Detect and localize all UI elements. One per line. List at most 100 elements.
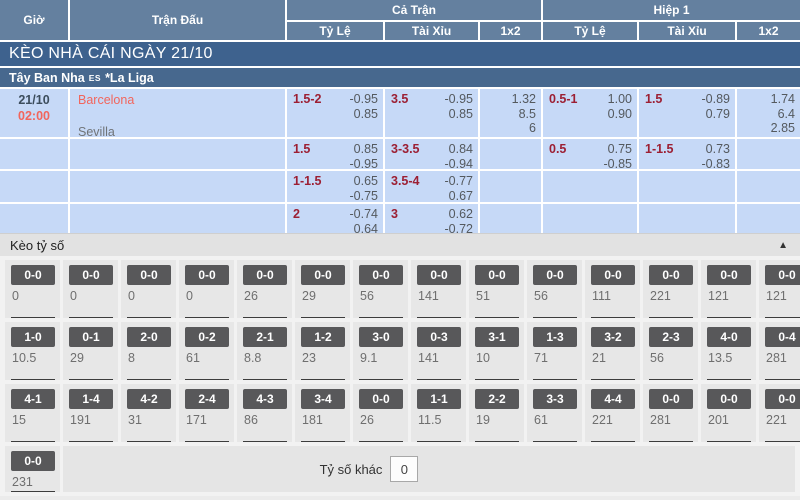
score-value: 0 xyxy=(11,289,19,303)
handicap-value: 1.5 xyxy=(645,92,662,137)
score-button[interactable]: 3-2 xyxy=(591,327,635,347)
score-button[interactable]: 0-0 xyxy=(765,265,800,285)
score-cell: 1-0 10.5 xyxy=(5,322,60,380)
score-button[interactable]: 0-0 xyxy=(301,265,345,285)
score-button[interactable]: 4-3 xyxy=(243,389,287,409)
score-button[interactable]: 0-0 xyxy=(359,265,403,285)
score-button[interactable]: 0-0 xyxy=(69,265,113,285)
header-cell-full-1x2: 1x2 xyxy=(480,22,541,40)
odds-value: 2.85 xyxy=(771,121,795,136)
score-button[interactable]: 0-0 xyxy=(185,265,229,285)
score-cell: 0-3141 xyxy=(411,322,466,380)
score-button[interactable]: 4-1 xyxy=(11,389,55,409)
handicap-value: 1-1.5 xyxy=(293,174,322,202)
score-value: 10.5 xyxy=(11,351,36,365)
score-cell: 2-219 xyxy=(469,384,524,442)
score-value: 141 xyxy=(417,289,439,303)
score-button[interactable]: 2-4 xyxy=(185,389,229,409)
score-section-title: Kèo tỷ số xyxy=(10,238,64,253)
score-button[interactable]: 0-0 xyxy=(475,265,519,285)
header-group-full-match: Cả Trận xyxy=(287,0,541,20)
score-button[interactable]: 4-4 xyxy=(591,389,635,409)
score-button[interactable]: 0-0 xyxy=(533,265,577,285)
score-value: 15 xyxy=(11,413,26,427)
odds-cell-full-handicap[interactable]: 2-0.740.64 xyxy=(287,204,383,233)
score-button[interactable]: 0-0 xyxy=(707,389,751,409)
score-value: 281 xyxy=(765,351,787,365)
collapse-arrow-icon[interactable]: ▲ xyxy=(778,240,788,251)
score-button[interactable]: 4-0 xyxy=(707,327,751,347)
handicap-value: 0.5 xyxy=(549,142,566,169)
score-button[interactable]: 0-0 xyxy=(765,389,800,409)
score-button[interactable]: 1-4 xyxy=(69,389,113,409)
league-name: *La Liga xyxy=(105,71,154,85)
score-button[interactable]: 2-0 xyxy=(127,327,171,347)
league-bar[interactable]: Tây Ban Nha ES *La Liga xyxy=(0,68,800,87)
score-button[interactable]: 0-0 xyxy=(11,451,55,471)
score-button[interactable]: 0-0 xyxy=(591,265,635,285)
score-cell: 0-026 xyxy=(353,384,408,442)
score-button[interactable]: 3-1 xyxy=(475,327,519,347)
score-grid-last-row: 0-0 231 Tỷ số khác xyxy=(0,442,800,496)
score-button[interactable]: 0-0 xyxy=(649,265,693,285)
score-value: 26 xyxy=(359,413,374,427)
odds-cell-half-1x2[interactable]: 1.746.42.85 xyxy=(737,89,800,137)
score-button[interactable]: 3-0 xyxy=(359,327,403,347)
score-button[interactable]: 0-0 xyxy=(649,389,693,409)
score-cell: 1-371 xyxy=(527,322,582,380)
score-button[interactable]: 1-2 xyxy=(301,327,345,347)
odds-cell-full-1x2 xyxy=(480,204,541,233)
odds-cell-half-handicap[interactable]: 0.50.75-0.85 xyxy=(543,139,637,169)
score-value: 0 xyxy=(69,289,77,303)
header-cell-half-overunder: Tài Xỉu xyxy=(639,22,735,40)
header-cell-half-handicap: Tỷ Lệ xyxy=(543,22,637,40)
odds-values: 0.62-0.72 xyxy=(445,207,474,233)
other-score-input[interactable] xyxy=(390,456,418,482)
score-button[interactable]: 0-1 xyxy=(69,327,113,347)
odds-cell-half-overunder xyxy=(639,204,735,233)
team-name[interactable]: Sevilla xyxy=(78,124,285,137)
handicap-value: 1.5-2 xyxy=(293,92,322,137)
odds-cell-full-overunder[interactable]: 3.5-0.950.85 xyxy=(385,89,478,137)
score-value: 0 xyxy=(185,289,193,303)
odds-cell-full-1x2[interactable]: 1.328.56 xyxy=(480,89,541,137)
score-cell: 0-056 xyxy=(527,260,582,318)
header-cell-match: Trận Đấu xyxy=(70,0,285,40)
score-cell: 0-00 xyxy=(5,260,60,318)
score-button[interactable]: 0-4 xyxy=(765,327,800,347)
score-value: 201 xyxy=(707,413,729,427)
score-button[interactable]: 1-3 xyxy=(533,327,577,347)
score-cell: 0-00 xyxy=(121,260,176,318)
score-cell: 2-18.8 xyxy=(237,322,292,380)
score-button[interactable]: 0-0 xyxy=(707,265,751,285)
team-name[interactable]: Barcelona xyxy=(78,92,285,108)
odds-cell-half-handicap xyxy=(543,204,637,233)
score-cell: 0-0221 xyxy=(759,384,800,442)
score-button[interactable]: 1-0 xyxy=(11,327,55,347)
score-value: 231 xyxy=(11,475,33,489)
score-value: 21 xyxy=(591,351,606,365)
score-value: 26 xyxy=(243,289,258,303)
score-button[interactable]: 2-1 xyxy=(243,327,287,347)
score-button[interactable]: 0-3 xyxy=(417,327,461,347)
score-button[interactable]: 0-0 xyxy=(11,265,55,285)
odds-value: -0.95 xyxy=(350,157,379,170)
score-button[interactable]: 1-1 xyxy=(417,389,461,409)
score-button[interactable]: 0-2 xyxy=(185,327,229,347)
score-button[interactable]: 2-2 xyxy=(475,389,519,409)
odds-cell-full-overunder: 3-3.50.84-0.94 xyxy=(385,139,478,169)
score-button[interactable]: 0-0 xyxy=(243,265,287,285)
score-button[interactable]: 3-4 xyxy=(301,389,345,409)
score-button[interactable]: 0-0 xyxy=(359,389,403,409)
score-button[interactable]: 2-3 xyxy=(649,327,693,347)
score-button[interactable]: 0-0 xyxy=(417,265,461,285)
odds-cell-half-overunder[interactable]: 1.5-0.890.79 xyxy=(639,89,735,137)
odds-cell-full-overunder[interactable]: 30.62-0.72 xyxy=(385,204,478,233)
score-button[interactable]: 0-0 xyxy=(127,265,171,285)
score-button[interactable]: 4-2 xyxy=(127,389,171,409)
odds-cell-full-handicap[interactable]: 1.50.85-0.95 xyxy=(287,139,383,169)
score-cell: 1-111.5 xyxy=(411,384,466,442)
score-cell: 1-4191 xyxy=(63,384,118,442)
score-cell: 0-0 231 xyxy=(5,446,60,492)
score-button[interactable]: 3-3 xyxy=(533,389,577,409)
